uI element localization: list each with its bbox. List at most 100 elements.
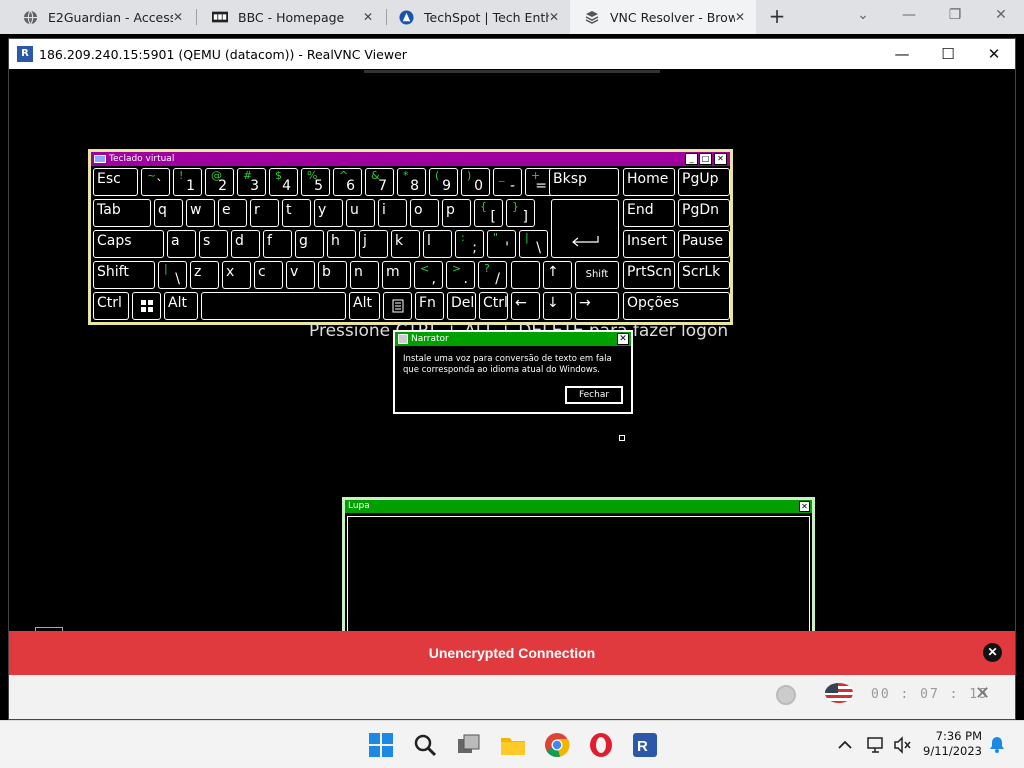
key-char[interactable]: _ - xyxy=(493,168,522,196)
key-char[interactable]: | \ xyxy=(519,230,548,258)
key-char[interactable]: }] xyxy=(506,199,535,227)
key-char[interactable]: x xyxy=(222,261,251,289)
key-char[interactable]: ^ 6 xyxy=(333,168,362,196)
key-char[interactable]: u xyxy=(346,199,375,227)
key-esc[interactable]: Esc xyxy=(93,168,138,196)
tab-close-icon[interactable]: ✕ xyxy=(170,9,186,25)
realvnc-taskbar-icon[interactable]: R xyxy=(632,732,658,758)
key-enter[interactable] xyxy=(551,199,619,258)
key-char[interactable]: j xyxy=(359,230,388,258)
key-char[interactable]: r xyxy=(250,199,279,227)
key-char[interactable]: :; xyxy=(455,230,484,258)
tab-techspot[interactable]: TechSpot | Tech Enthus ✕ xyxy=(384,0,570,34)
chevron-up-icon[interactable] xyxy=(836,736,854,754)
session-close-icon[interactable]: ✕ xyxy=(975,683,990,704)
narrator-fechar-button[interactable]: Fechar xyxy=(565,386,623,404)
key-char[interactable]: s xyxy=(199,230,228,258)
magnifier-close-button[interactable]: ✕ xyxy=(799,501,810,512)
key-char[interactable]: y xyxy=(314,199,343,227)
osk-minimize-button[interactable]: _ xyxy=(685,153,698,165)
key-char[interactable]: * 8 xyxy=(397,168,426,196)
key-char[interactable]: | \ xyxy=(158,261,187,289)
key-space[interactable] xyxy=(201,292,346,320)
key-char[interactable]: $4 xyxy=(269,168,298,196)
banner-close-button[interactable]: ✕ xyxy=(983,643,1002,662)
key-end[interactable]: End xyxy=(623,199,675,227)
key-char[interactable]: " ' xyxy=(487,230,516,258)
key-char[interactable]: k xyxy=(391,230,420,258)
key-alt-left[interactable]: Alt xyxy=(164,292,198,320)
new-tab-button[interactable]: + xyxy=(766,5,788,29)
file-explorer-icon[interactable] xyxy=(500,732,526,758)
key-shift-left[interactable]: Shift xyxy=(93,261,155,289)
key-bksp[interactable]: Bksp xyxy=(549,168,619,196)
key-char[interactable]: & 7 xyxy=(365,168,394,196)
key-char[interactable]: % 5 xyxy=(301,168,330,196)
vnc-minimize-button[interactable]: — xyxy=(879,41,925,67)
task-view-icon[interactable] xyxy=(456,732,482,758)
key-char[interactable]: a xyxy=(167,230,196,258)
key-char[interactable]: c xyxy=(254,261,283,289)
key-blank[interactable] xyxy=(511,261,540,289)
browser-minimize-button[interactable]: — xyxy=(886,4,932,30)
windows-start-icon[interactable] xyxy=(368,732,394,758)
key-char[interactable]: q xyxy=(154,199,183,227)
key-char[interactable]: l xyxy=(423,230,452,258)
key-char[interactable]: d xyxy=(231,230,260,258)
key-arrow-up[interactable]: ↑ xyxy=(543,261,572,289)
key-ctrl-right[interactable]: Ctrl xyxy=(479,292,508,320)
key-char[interactable]: g xyxy=(295,230,324,258)
osk-close-button[interactable]: ✕ xyxy=(714,153,727,165)
key-char[interactable]: w xyxy=(186,199,215,227)
key-tab[interactable]: Tab xyxy=(93,199,151,227)
key-char[interactable]: {[ xyxy=(474,199,503,227)
key-char[interactable]: >. xyxy=(446,261,475,289)
key-arrow-down[interactable]: ↓ xyxy=(543,292,572,320)
key-windows[interactable] xyxy=(132,292,161,320)
notification-bell-icon[interactable] xyxy=(988,735,1006,753)
key-char[interactable]: ? / xyxy=(478,261,507,289)
key-char[interactable]: (9 xyxy=(429,168,458,196)
key-char[interactable]: ~ ` xyxy=(141,168,170,196)
tab-close-icon[interactable]: ✕ xyxy=(732,9,748,25)
key-fn[interactable]: Fn xyxy=(415,292,444,320)
record-icon[interactable] xyxy=(776,685,796,705)
osk-maximize-button[interactable]: □ xyxy=(699,153,712,165)
key-char[interactable]: p xyxy=(442,199,471,227)
tab-close-icon[interactable]: ✕ xyxy=(360,9,376,25)
us-flag-icon[interactable] xyxy=(825,683,853,703)
tab-search-chevron-icon[interactable]: ⌄ xyxy=(840,4,886,30)
key-char[interactable]: n xyxy=(350,261,379,289)
key-char[interactable]: f xyxy=(263,230,292,258)
tab-e2guardian[interactable]: E2Guardian - Access De ✕ xyxy=(8,0,194,34)
network-icon[interactable] xyxy=(866,735,886,755)
key-arrow-left[interactable]: ← xyxy=(511,292,540,320)
browser-restore-button[interactable]: ❐ xyxy=(932,4,978,30)
key-char[interactable]: ! 1 xyxy=(173,168,202,196)
key-char[interactable]: o xyxy=(410,199,439,227)
vnc-close-button[interactable]: ✕ xyxy=(971,41,1017,67)
key-home[interactable]: Home xyxy=(623,168,675,196)
key-scrlk[interactable]: ScrLk xyxy=(678,261,730,289)
key-insert[interactable]: Insert xyxy=(623,230,675,258)
key-char[interactable]: @2 xyxy=(205,168,234,196)
key-shift-right[interactable]: Shift xyxy=(575,261,619,289)
tab-vnc-resolver[interactable]: VNC Resolver - Browse ✕ xyxy=(570,0,756,34)
key-char[interactable]: v xyxy=(286,261,315,289)
key-arrow-right[interactable]: → xyxy=(575,292,619,320)
vnc-maximize-button[interactable]: ☐ xyxy=(925,41,971,67)
key-char[interactable]: e xyxy=(218,199,247,227)
key-char[interactable]: m xyxy=(382,261,411,289)
narrator-close-button[interactable]: ✕ xyxy=(617,333,629,345)
tab-close-icon[interactable]: ✕ xyxy=(546,9,562,25)
vnc-title-bar[interactable]: R 186.209.240.15:5901 (QEMU (datacom)) -… xyxy=(9,39,1015,69)
opera-icon[interactable] xyxy=(588,732,614,758)
key-char[interactable]: #3 xyxy=(237,168,266,196)
key-char[interactable]: i xyxy=(378,199,407,227)
key-prtscn[interactable]: PrtScn xyxy=(623,261,675,289)
key-char[interactable]: <, xyxy=(414,261,443,289)
magnifier-title-bar[interactable]: Lupa ✕ xyxy=(345,500,812,513)
key-char[interactable]: t xyxy=(282,199,311,227)
search-icon[interactable] xyxy=(412,732,438,758)
key-caps[interactable]: Caps xyxy=(93,230,164,258)
